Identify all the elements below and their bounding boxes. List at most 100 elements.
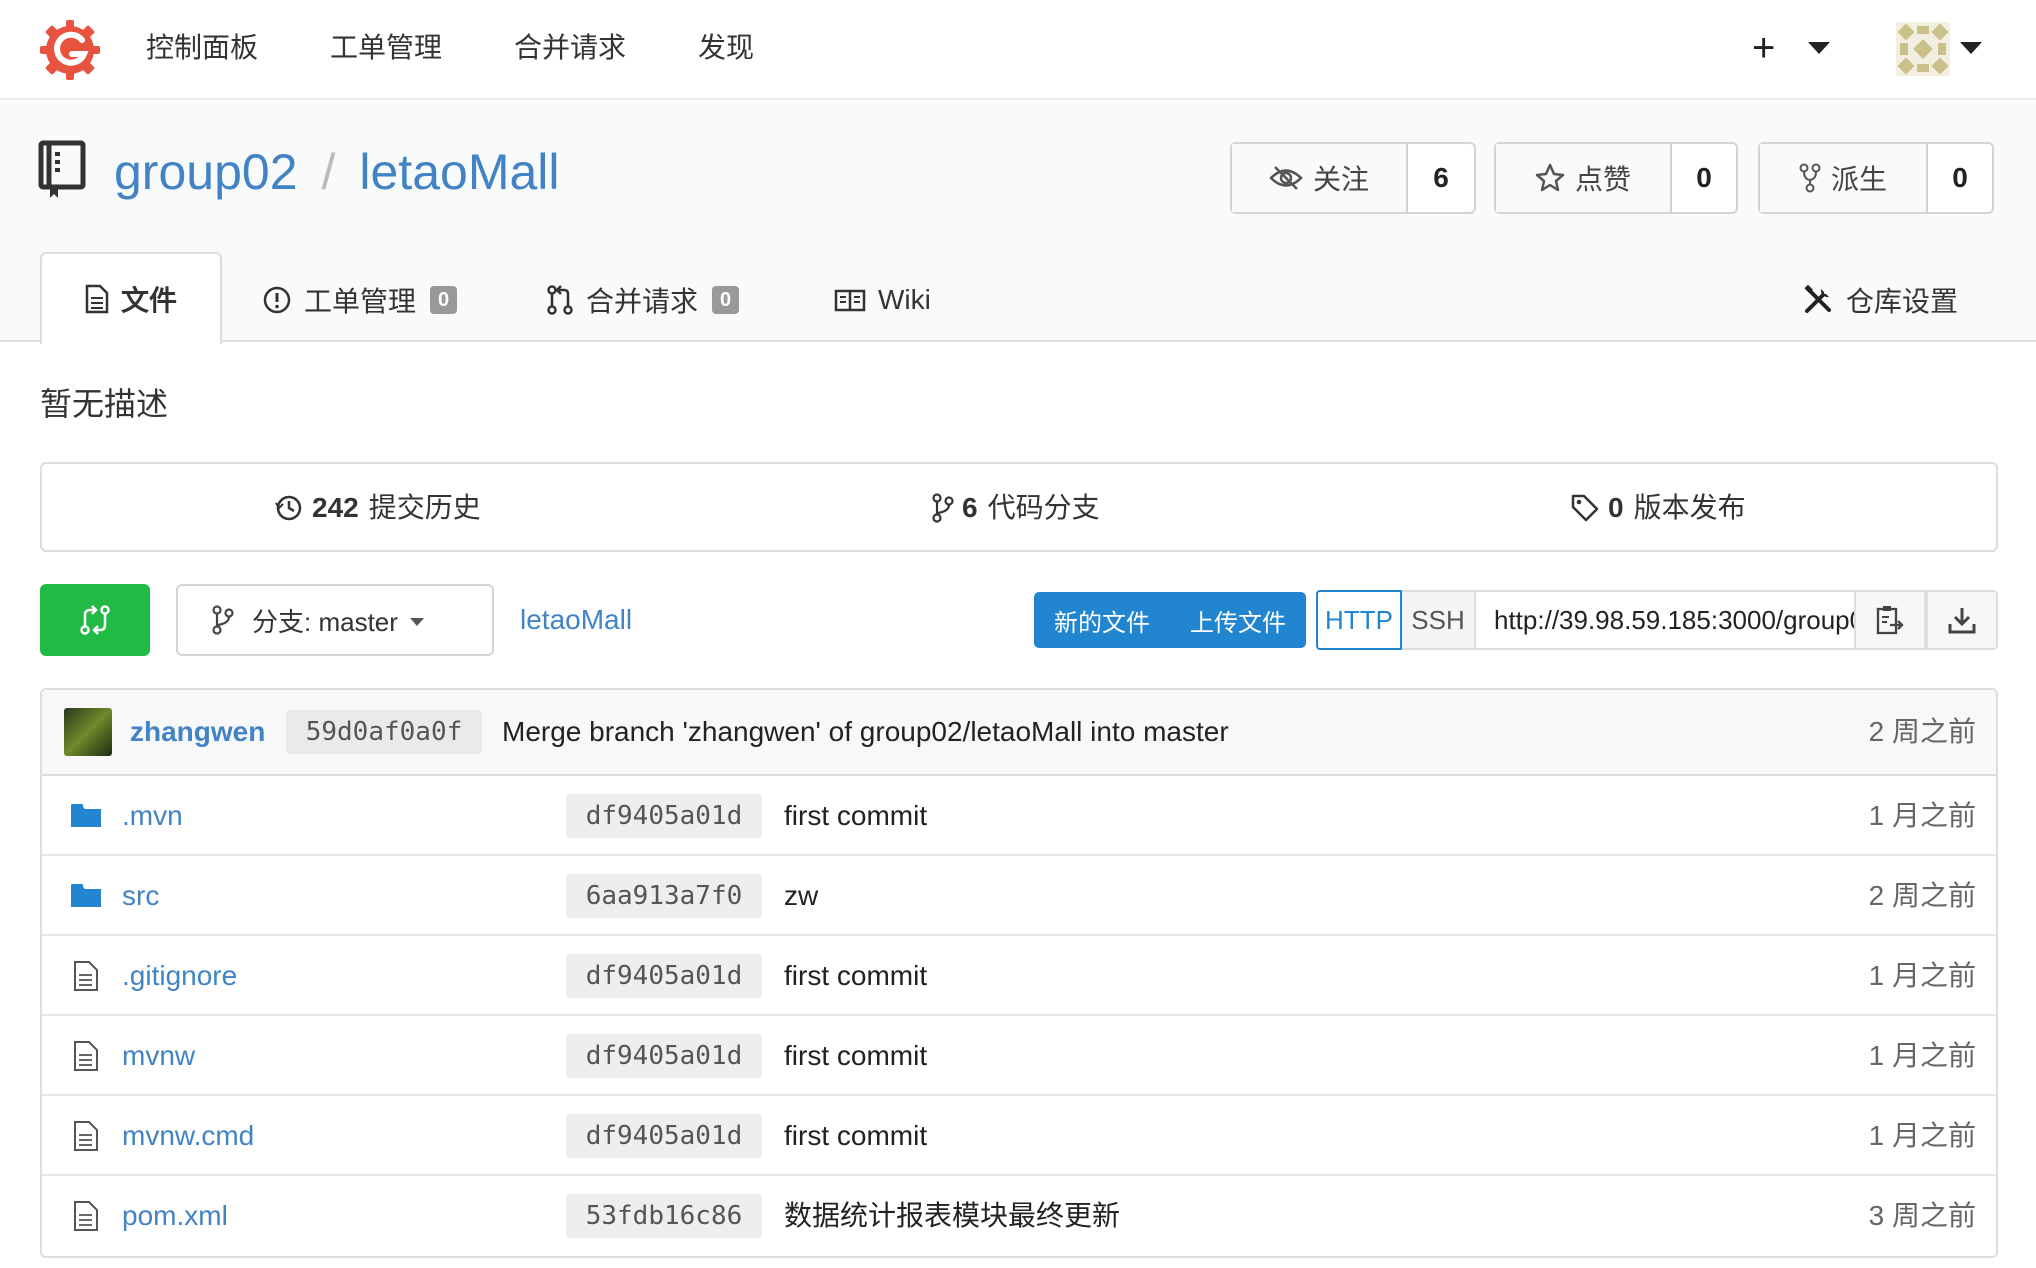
- file-commit-message[interactable]: first commit: [784, 796, 927, 836]
- branches-label: 代码分支: [987, 492, 1100, 523]
- file-commit-message[interactable]: first commit: [784, 1036, 927, 1076]
- star-label-box[interactable]: 点赞: [1496, 144, 1672, 212]
- tab-pulls[interactable]: 合并请求 0: [546, 258, 740, 342]
- issues-count-badge: 0: [430, 286, 458, 314]
- tab-pulls-label: 合并请求: [586, 286, 699, 317]
- repo-title: group02 / letaoMall: [114, 142, 560, 202]
- file-commit-sha[interactable]: 6aa913a7f0: [566, 874, 762, 918]
- clipboard-copy-icon: [1876, 606, 1904, 635]
- file-commit-sha[interactable]: df9405a01d: [566, 1034, 762, 1078]
- gogs-logo-icon[interactable]: [38, 18, 102, 82]
- fork-label-box[interactable]: 派生: [1760, 144, 1928, 212]
- nav-explore[interactable]: 发现: [698, 28, 754, 68]
- watch-label-box[interactable]: 关注: [1232, 144, 1408, 212]
- commit-author-avatar[interactable]: [64, 708, 112, 756]
- folder-icon: [70, 800, 102, 832]
- create-dropdown-caret-icon[interactable]: [1808, 42, 1830, 54]
- tag-icon: [1571, 494, 1599, 522]
- file-commit-age: 1 月之前: [1868, 800, 1976, 831]
- file-row: .mvn df9405a01d first commit 1 月之前: [42, 776, 1996, 856]
- eye-slash-icon: [1269, 166, 1303, 190]
- star-icon: [1535, 163, 1565, 192]
- nav-issues[interactable]: 工单管理: [330, 28, 442, 68]
- file-name-link[interactable]: .gitignore: [122, 956, 237, 996]
- nav-dashboard[interactable]: 控制面板: [146, 28, 258, 68]
- file-row: .gitignore df9405a01d first commit 1 月之前: [42, 936, 1996, 1016]
- branch-dropdown-caret-icon: [409, 618, 424, 626]
- download-button[interactable]: [1926, 590, 1998, 650]
- releases-stat[interactable]: 0 版本发布: [1570, 488, 1746, 528]
- commit-author-link[interactable]: zhangwen: [130, 712, 265, 752]
- user-dropdown-caret-icon[interactable]: [1960, 42, 1982, 54]
- watch-button[interactable]: 关注 6: [1230, 142, 1476, 214]
- tab-issues-label: 工单管理: [304, 286, 417, 317]
- repo-title-separator: /: [321, 144, 336, 200]
- git-pull-request-icon: [547, 285, 573, 315]
- file-name-link[interactable]: mvnw.cmd: [122, 1116, 254, 1156]
- file-name-link[interactable]: mvnw: [122, 1036, 195, 1076]
- branches-count: 6: [962, 492, 978, 523]
- file-row: src 6aa913a7f0 zw 2 周之前: [42, 856, 1996, 936]
- tab-settings-label: 仓库设置: [1846, 286, 1959, 317]
- tab-issues[interactable]: 工单管理 0: [262, 258, 458, 342]
- branch-icon: [212, 605, 234, 635]
- tab-files[interactable]: 文件: [40, 252, 222, 344]
- file-name-link[interactable]: pom.xml: [122, 1196, 228, 1236]
- star-button[interactable]: 点赞 0: [1494, 142, 1738, 214]
- upload-file-button[interactable]: 上传文件: [1170, 603, 1306, 638]
- file-name-link[interactable]: .mvn: [122, 796, 183, 836]
- repo-description: 暂无描述: [40, 386, 169, 422]
- latest-commit-message[interactable]: Merge branch 'zhangwen' of group02/letao…: [502, 712, 1229, 752]
- branch-label: 分支: master: [252, 606, 398, 637]
- star-count[interactable]: 0: [1672, 144, 1736, 212]
- file-name-link[interactable]: src: [122, 876, 159, 916]
- repo-name-link[interactable]: letaoMall: [359, 144, 559, 200]
- file-commit-sha[interactable]: df9405a01d: [566, 794, 762, 838]
- fork-icon: [1799, 163, 1821, 193]
- http-protocol-button[interactable]: HTTP: [1316, 590, 1402, 650]
- file-commit-message[interactable]: first commit: [784, 1116, 927, 1156]
- latest-commit-sha[interactable]: 59d0af0a0f: [286, 710, 482, 754]
- tab-wiki[interactable]: Wiki: [834, 258, 931, 342]
- book-open-icon: [834, 289, 866, 312]
- fork-button[interactable]: 派生 0: [1758, 142, 1994, 214]
- tab-settings[interactable]: 仓库设置: [1802, 258, 1958, 342]
- file-commit-message[interactable]: zw: [784, 876, 818, 916]
- file-commit-message[interactable]: 数据统计报表模块最终更新: [784, 1196, 1120, 1236]
- repo-owner-link[interactable]: group02: [114, 144, 298, 200]
- file-commit-age: 1 月之前: [1868, 1040, 1976, 1071]
- compare-button[interactable]: [40, 584, 150, 656]
- repo-book-icon: [38, 140, 86, 198]
- clone-url-input[interactable]: http://39.98.59.185:3000/group02/letaoMa…: [1476, 590, 1856, 650]
- breadcrumb-repo-link[interactable]: letaoMall: [520, 600, 632, 640]
- file-actions-group: 新的文件 上传文件: [1034, 592, 1306, 648]
- create-new-button[interactable]: +: [1752, 24, 1775, 72]
- file-commit-age: 1 月之前: [1868, 1120, 1976, 1151]
- folder-icon: [70, 880, 102, 912]
- file-commit-sha[interactable]: 53fdb16c86: [566, 1194, 762, 1238]
- file-icon: [70, 1120, 102, 1152]
- ssh-protocol-button[interactable]: SSH: [1402, 590, 1476, 650]
- file-icon: [70, 1040, 102, 1072]
- star-label: 点赞: [1574, 164, 1631, 195]
- watch-count[interactable]: 6: [1408, 144, 1474, 212]
- new-file-button[interactable]: 新的文件: [1034, 603, 1170, 638]
- branches-stat[interactable]: 6 代码分支: [932, 488, 1100, 528]
- fork-count[interactable]: 0: [1928, 144, 1992, 212]
- tools-icon: [1804, 284, 1831, 313]
- nav-pulls[interactable]: 合并请求: [514, 28, 626, 68]
- commits-count: 242: [312, 492, 359, 523]
- commits-stat[interactable]: 242 提交历史: [274, 488, 481, 528]
- repo-stats-bar: 242 提交历史 6 代码分支 0 版本发布: [40, 462, 1998, 552]
- file-commit-sha[interactable]: df9405a01d: [566, 954, 762, 998]
- latest-commit-row: zhangwen 59d0af0a0f Merge branch 'zhangw…: [42, 690, 1996, 776]
- file-commit-message[interactable]: first commit: [784, 956, 927, 996]
- user-avatar[interactable]: [1896, 22, 1950, 76]
- tab-wiki-label: Wiki: [878, 284, 931, 315]
- file-commit-sha[interactable]: df9405a01d: [566, 1114, 762, 1158]
- file-icon: [70, 1200, 102, 1232]
- commits-label: 提交历史: [368, 492, 481, 523]
- branch-selector[interactable]: 分支: master: [176, 584, 494, 656]
- file-commit-age: 3 周之前: [1868, 1200, 1976, 1231]
- copy-url-button[interactable]: [1854, 590, 1926, 650]
